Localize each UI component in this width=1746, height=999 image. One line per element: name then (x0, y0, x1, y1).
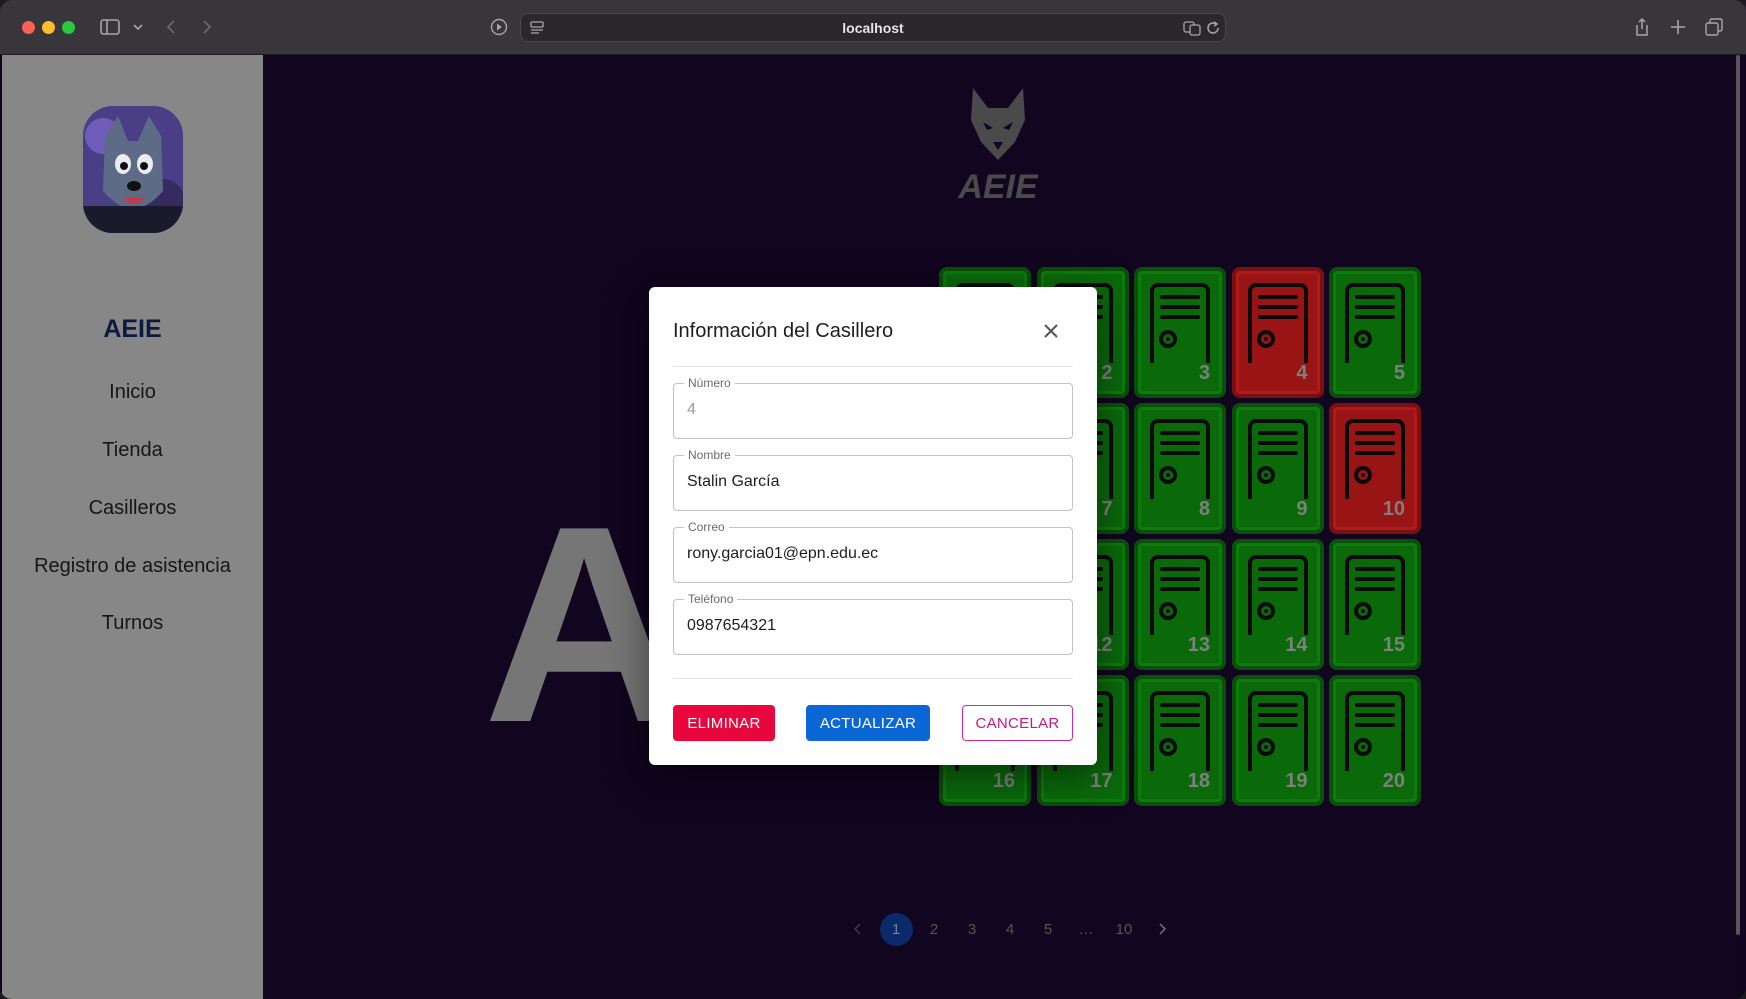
locker-number: 4 (1296, 362, 1308, 384)
locker-icon (1345, 419, 1405, 499)
page-button[interactable]: 5 (1029, 912, 1067, 946)
page-button[interactable]: 1 (877, 912, 915, 946)
locker-icon (1247, 691, 1308, 771)
cancel-button[interactable]: CANCELAR (962, 705, 1073, 741)
update-button[interactable]: ACTUALIZAR (806, 705, 930, 741)
telefono-field[interactable]: Teléfono (673, 592, 1073, 655)
url-text: localhost (842, 20, 904, 36)
nav-item-turnos[interactable]: Turnos (2, 612, 263, 635)
divider (673, 366, 1073, 367)
close-window-button[interactable] (22, 21, 35, 34)
nombre-input[interactable] (687, 473, 1057, 491)
page-button[interactable]: 10 (1105, 912, 1143, 946)
telefono-label: Teléfono (684, 592, 738, 606)
nombre-field[interactable]: Nombre (673, 448, 1073, 511)
locker-4[interactable]: 4 (1231, 267, 1324, 398)
locker-number: 7 (1101, 498, 1113, 520)
locker-number: 17 (1090, 770, 1113, 792)
locker-icon (1247, 555, 1308, 635)
locker-icon (1150, 691, 1210, 771)
share-icon[interactable] (1632, 14, 1652, 40)
locker-icon (1345, 691, 1405, 771)
nav-item-inicio[interactable]: Inicio (2, 381, 263, 404)
nav-item-registro-asistencia[interactable]: Registro de asistencia (2, 555, 263, 578)
nombre-label: Nombre (684, 448, 735, 462)
page-button[interactable]: 4 (991, 912, 1029, 946)
page-button[interactable]: 2 (915, 912, 953, 946)
locker-number: 15 (1382, 634, 1405, 656)
locker-icon (1247, 283, 1308, 363)
next-page-icon[interactable] (1143, 912, 1181, 946)
forward-icon[interactable] (198, 14, 216, 40)
close-icon[interactable] (1041, 321, 1061, 341)
numero-field[interactable]: Número (673, 376, 1073, 439)
telefono-input[interactable] (687, 617, 1057, 635)
locker-3[interactable]: 3 (1134, 267, 1226, 398)
avatar (83, 106, 183, 233)
aeie-wolf-logo: AEIE (943, 80, 1053, 210)
locker-10[interactable]: 10 (1329, 403, 1421, 534)
chevron-down-icon[interactable] (130, 14, 146, 40)
locker-5[interactable]: 5 (1329, 267, 1421, 398)
locker-icon (1345, 555, 1405, 635)
scrollbar[interactable] (1736, 55, 1740, 935)
locker-info-dialog: Información del Casillero Número Nombre … (649, 287, 1097, 765)
delete-button[interactable]: ELIMINAR (673, 705, 775, 741)
locker-19[interactable]: 19 (1231, 675, 1324, 806)
sidebar-toggle-icon[interactable] (98, 14, 122, 40)
locker-icon (1150, 419, 1210, 499)
locker-number: 2 (1101, 362, 1113, 384)
zoom-window-button[interactable] (62, 21, 75, 34)
locker-number: 18 (1187, 770, 1210, 792)
locker-number: 8 (1198, 498, 1210, 520)
numero-label: Número (684, 376, 735, 390)
correo-input[interactable] (687, 545, 1057, 563)
locker-number: 5 (1393, 362, 1405, 384)
locker-icon (1150, 283, 1210, 363)
locker-number: 20 (1382, 770, 1405, 792)
locker-number: 9 (1296, 498, 1308, 520)
new-tab-icon[interactable] (1668, 14, 1688, 40)
page-ellipsis: … (1078, 920, 1094, 938)
locker-number: 16 (992, 770, 1015, 792)
play-icon[interactable] (488, 14, 510, 40)
nav-item-tienda[interactable]: Tienda (2, 439, 263, 462)
translate-icon[interactable] (1183, 20, 1201, 41)
locker-9[interactable]: 9 (1231, 403, 1324, 534)
reload-icon[interactable] (1205, 20, 1221, 41)
nav-item-casilleros[interactable]: Casilleros (2, 497, 263, 520)
locker-number: 19 (1285, 770, 1308, 792)
locker-8[interactable]: 8 (1134, 403, 1226, 534)
correo-label: Correo (684, 520, 729, 534)
locker-number: 14 (1285, 634, 1308, 656)
dialog-title: Información del Casillero (673, 320, 894, 342)
locker-icon (1247, 419, 1308, 499)
divider (673, 678, 1073, 679)
address-bar[interactable]: localhost (520, 13, 1226, 42)
pagination: 1 2 3 4 5 … 10 (839, 911, 1181, 947)
svg-text:AEIE: AEIE (957, 168, 1039, 205)
minimize-window-button[interactable] (42, 21, 55, 34)
title-bar: localhost (0, 0, 1746, 55)
locker-number: 10 (1382, 498, 1405, 520)
correo-field[interactable]: Correo (673, 520, 1073, 583)
numero-input[interactable] (687, 401, 1057, 419)
prev-page-icon[interactable] (839, 912, 877, 946)
locker-18[interactable]: 18 (1134, 675, 1226, 806)
tab-overview-icon[interactable] (1704, 14, 1724, 40)
locker-number: 3 (1198, 362, 1210, 384)
browser-window: localhost AEIE Inicio Tienda Casilleros … (0, 0, 1746, 999)
locker-13[interactable]: 13 (1134, 539, 1226, 670)
locker-icon (1150, 555, 1210, 635)
sidebar: AEIE Inicio Tienda Casilleros Registro d… (2, 55, 263, 999)
locker-icon (1345, 283, 1405, 363)
page-button[interactable]: 3 (953, 912, 991, 946)
brand-title: AEIE (103, 315, 162, 343)
locker-20[interactable]: 20 (1329, 675, 1421, 806)
locker-15[interactable]: 15 (1329, 539, 1421, 670)
locker-14[interactable]: 14 (1231, 539, 1324, 670)
locker-number: 13 (1187, 634, 1210, 656)
back-icon[interactable] (162, 14, 180, 40)
